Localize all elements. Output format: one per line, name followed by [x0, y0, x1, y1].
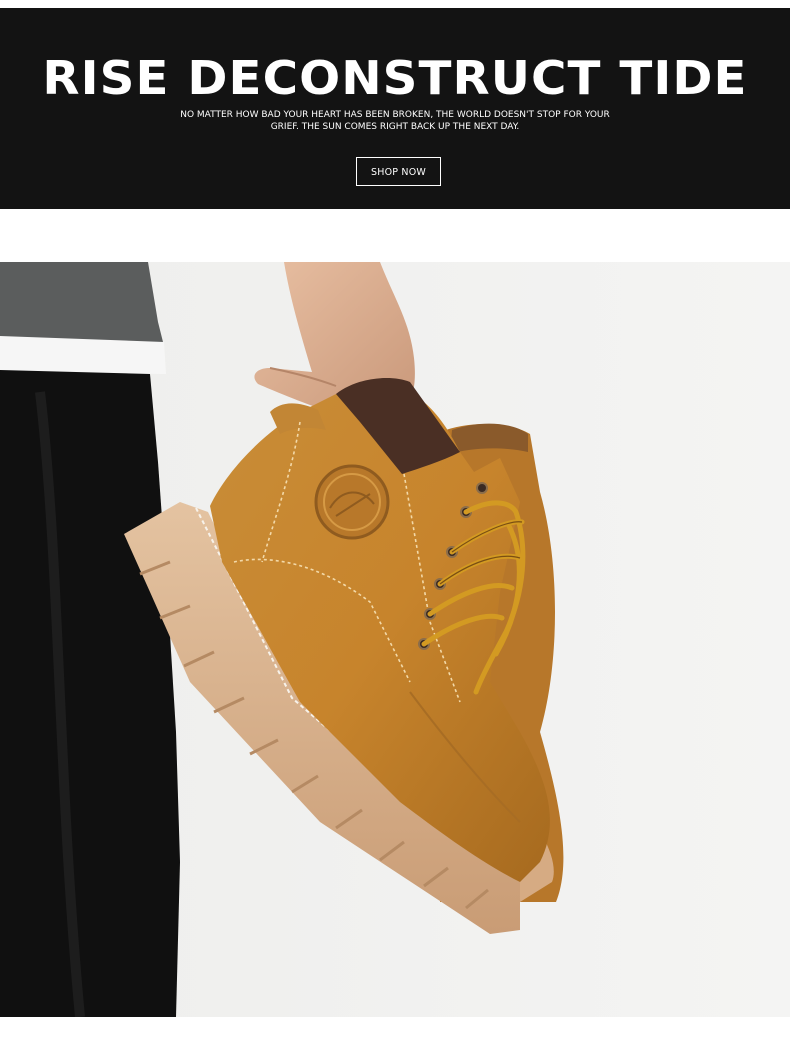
banner-subtitle-line-2: GRIEF. THE SUN COMES RIGHT BACK UP THE N… [270, 122, 520, 132]
banner-subtitle-line-1: NO MATTER HOW BAD YOUR HEART HAS BEEN BR… [180, 110, 610, 120]
product-photo [0, 262, 790, 1017]
shop-now-button[interactable]: SHOP NOW [356, 157, 441, 186]
boot-photo-illustration [0, 262, 790, 1017]
banner-subtitle: NO MATTER HOW BAD YOUR HEART HAS BEEN BR… [170, 109, 620, 133]
banner-title: RISE DECONSTRUCT TIDE [42, 51, 748, 105]
promo-banner: RISE DECONSTRUCT TIDE NO MATTER HOW BAD … [0, 8, 790, 209]
product-page: RISE DECONSTRUCT TIDE NO MATTER HOW BAD … [0, 0, 790, 1039]
